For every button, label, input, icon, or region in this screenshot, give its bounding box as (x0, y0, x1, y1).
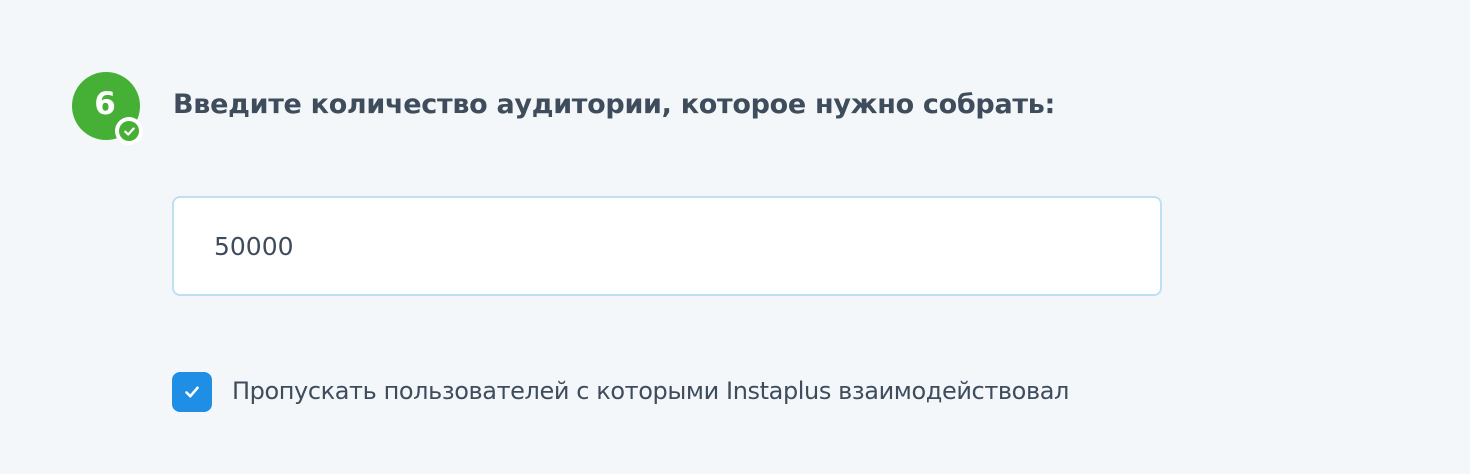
skip-interacted-users-checkbox[interactable] (172, 372, 212, 412)
question-heading: Введите количество аудитории, которое ну… (173, 89, 1055, 120)
step-number: 6 (94, 86, 116, 122)
checkmark-icon (185, 386, 199, 398)
step-completed-check-icon (115, 117, 143, 145)
skip-interacted-users-label[interactable]: Пропускать пользователей с которыми Inst… (232, 377, 1069, 405)
audience-count-input[interactable] (174, 198, 1160, 294)
audience-count-field[interactable] (172, 196, 1162, 296)
